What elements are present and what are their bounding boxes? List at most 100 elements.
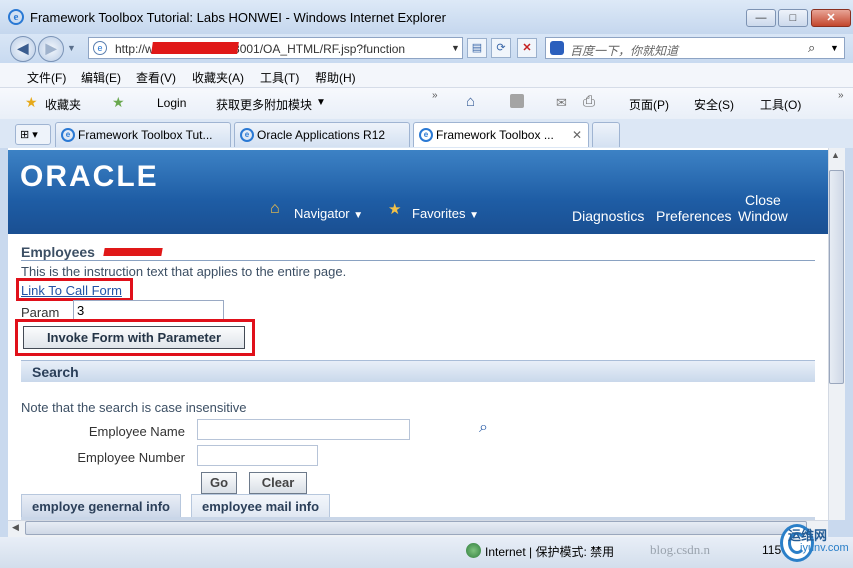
get-addons-link[interactable]: 获取更多附加模块 (216, 96, 312, 113)
address-toolbar: ◀ ▶ ▼ e http://www.xxxxx.com:8001/OA_HTM… (0, 34, 853, 63)
maximize-button[interactable]: □ (778, 9, 808, 27)
add-favorite-icon[interactable]: ★ (112, 94, 125, 111)
menu-view[interactable]: 查看(V) (136, 69, 176, 86)
search-header-label: Search (32, 364, 79, 380)
scroll-left-icon[interactable]: ◀ (12, 522, 19, 533)
close-window-link[interactable]: Window (738, 208, 788, 224)
favorites-star-icon: ★ (25, 94, 38, 110)
navigator-menu[interactable]: Navigator ▼ (294, 206, 363, 221)
favorites-folder-icon: ★ (388, 201, 402, 218)
favorites-bar: ★ 收藏夹 ★ Login 获取更多附加模块 ▼ » ⌂ ✉ ⎙ 页面(P) 安… (0, 88, 853, 196)
search-lov-icon[interactable]: ⌕ (479, 419, 488, 437)
header-divider (21, 260, 815, 261)
search-box[interactable]: 百度一下，你就知道 ⌕ ▼ (545, 37, 845, 59)
compatibility-view-icon[interactable]: ▤ (467, 38, 487, 58)
home-icon[interactable]: ⌂ (466, 93, 475, 110)
history-dropdown-icon[interactable]: ▼ (67, 43, 76, 53)
refresh-icon[interactable]: ⟳ (491, 38, 511, 58)
menu-bar: 文件(F) 编辑(E) 查看(V) 收藏夹(A) 工具(T) 帮助(H) (0, 63, 853, 88)
forward-button[interactable]: ▶ (38, 36, 64, 62)
addons-dropdown-icon[interactable]: ▼ (316, 97, 326, 108)
oracle-banner: ORACLE ⌂ Navigator ▼ ★ Favorites ▼ Diagn… (8, 150, 828, 234)
search-note: Note that the search is case insensitive (21, 400, 247, 415)
invoke-form-button[interactable]: Invoke Form with Parameter (23, 326, 245, 349)
quick-tabs-icon[interactable]: ⊞ ▾ (15, 124, 51, 145)
page-content: ORACLE ⌂ Navigator ▼ ★ Favorites ▼ Diagn… (8, 148, 828, 520)
address-dropdown-icon[interactable]: ▼ (451, 43, 460, 53)
search-icon[interactable]: ⌕ (808, 40, 815, 56)
tab-framework-toolbox-1[interactable]: e Framework Toolbox Tut... (55, 122, 231, 147)
login-favorite[interactable]: Login (157, 96, 186, 110)
search-input[interactable]: 百度一下，你就知道 (570, 42, 678, 59)
go-button[interactable]: Go (201, 472, 237, 494)
tab-oracle-applications[interactable]: e Oracle Applications R12 (234, 122, 410, 147)
status-bar: Internet | 保护模式: 禁用 blog.csdn.n 115% (0, 537, 853, 568)
page-icon: e (93, 41, 107, 55)
menu-favorites[interactable]: 收藏夹(A) (192, 69, 244, 86)
horizontal-scroll-thumb[interactable] (25, 521, 807, 535)
subtab-mail-info[interactable]: employee mail info (191, 494, 331, 518)
page-menu[interactable]: 页面(P) (629, 96, 669, 113)
preferences-link[interactable]: Preferences (656, 208, 731, 224)
address-bar[interactable]: e http://www.xxxxx.com:8001/OA_HTML/RF.j… (88, 37, 463, 59)
navigator-chevron-down-icon: ▼ (353, 210, 364, 221)
window-title-bar: e Framework Toolbox Tutorial: Labs HONWE… (0, 0, 853, 34)
favorites-chevron-down-icon: ▼ (469, 210, 479, 221)
favorites-label: Favorites (412, 206, 466, 221)
stop-icon[interactable]: ✕ (517, 38, 537, 58)
param-label: Param (21, 305, 60, 320)
watermark-text: blog.csdn.n (650, 542, 710, 557)
employee-number-label: Employee Number (77, 450, 185, 465)
tab-label: Oracle Applications R12 (257, 128, 386, 142)
menu-file[interactable]: 文件(F) (27, 69, 66, 86)
safety-menu[interactable]: 安全(S) (694, 96, 734, 113)
employee-name-input[interactable] (197, 419, 410, 440)
search-dropdown-icon[interactable]: ▼ (830, 43, 839, 53)
link-to-call-form[interactable]: Link To Call Form (21, 283, 122, 298)
instruction-text: This is the instruction text that applie… (21, 264, 347, 279)
diagnostics-link[interactable]: Diagnostics (572, 208, 644, 224)
menu-edit[interactable]: 编辑(E) (81, 69, 121, 86)
logo-subtext: iyunv.com (800, 542, 849, 554)
clear-button[interactable]: Clear (249, 472, 307, 494)
ie-logo-icon: e (8, 9, 24, 25)
subtab-general-info[interactable]: employe genernal info (21, 494, 181, 518)
favorites-button[interactable]: 收藏夹 (45, 96, 81, 113)
print-icon[interactable]: ⎙ (583, 93, 595, 110)
tab-framework-toolbox-active[interactable]: e Framework Toolbox ... ✕ (413, 122, 589, 147)
oracle-logo: ORACLE (20, 160, 159, 193)
employee-name-label: Employee Name (88, 424, 185, 439)
search-section-header: Search (21, 360, 815, 382)
navigator-label: Navigator (294, 206, 350, 221)
page-title: Employees (21, 244, 95, 260)
baidu-icon (550, 41, 564, 55)
vertical-scroll-thumb[interactable] (829, 170, 844, 384)
back-button[interactable]: ◀ (10, 36, 36, 62)
navigator-home-icon: ⌂ (270, 200, 280, 217)
menu-help[interactable]: 帮助(H) (315, 69, 356, 86)
site-logo-watermark: 运维网 iyunv.com (780, 524, 850, 566)
menu-tools[interactable]: 工具(T) (260, 69, 299, 86)
close-link-line1[interactable]: Close (745, 192, 781, 208)
tab-close-icon[interactable]: ✕ (572, 128, 582, 142)
minimize-button[interactable]: — (746, 9, 776, 27)
chevron-overflow-icon[interactable]: » (432, 90, 438, 101)
tab-label: Framework Toolbox ... (436, 128, 554, 142)
new-tab-button[interactable] (592, 122, 620, 147)
favorites-menu[interactable]: Favorites ▼ (412, 206, 479, 221)
command-overflow-icon[interactable]: » (838, 90, 844, 101)
ie-tab-icon: e (61, 128, 75, 142)
redaction-mark (151, 42, 239, 54)
param-input[interactable]: 3 (73, 300, 224, 321)
tab-bar: ⊞ ▾ e Framework Toolbox Tut... e Oracle … (0, 119, 853, 148)
mail-icon[interactable]: ✉ (556, 95, 567, 111)
close-window-button[interactable]: ✕ (811, 9, 851, 27)
tab-label: Framework Toolbox Tut... (78, 128, 213, 142)
ie-tab-icon: e (419, 128, 433, 142)
employee-number-input[interactable] (197, 445, 318, 466)
internet-zone-icon (466, 543, 481, 558)
tools-menu[interactable]: 工具(O) (760, 96, 801, 113)
rss-feed-icon[interactable] (510, 94, 524, 108)
redaction-mark (103, 248, 163, 256)
scroll-up-icon[interactable]: ▲ (831, 150, 840, 160)
